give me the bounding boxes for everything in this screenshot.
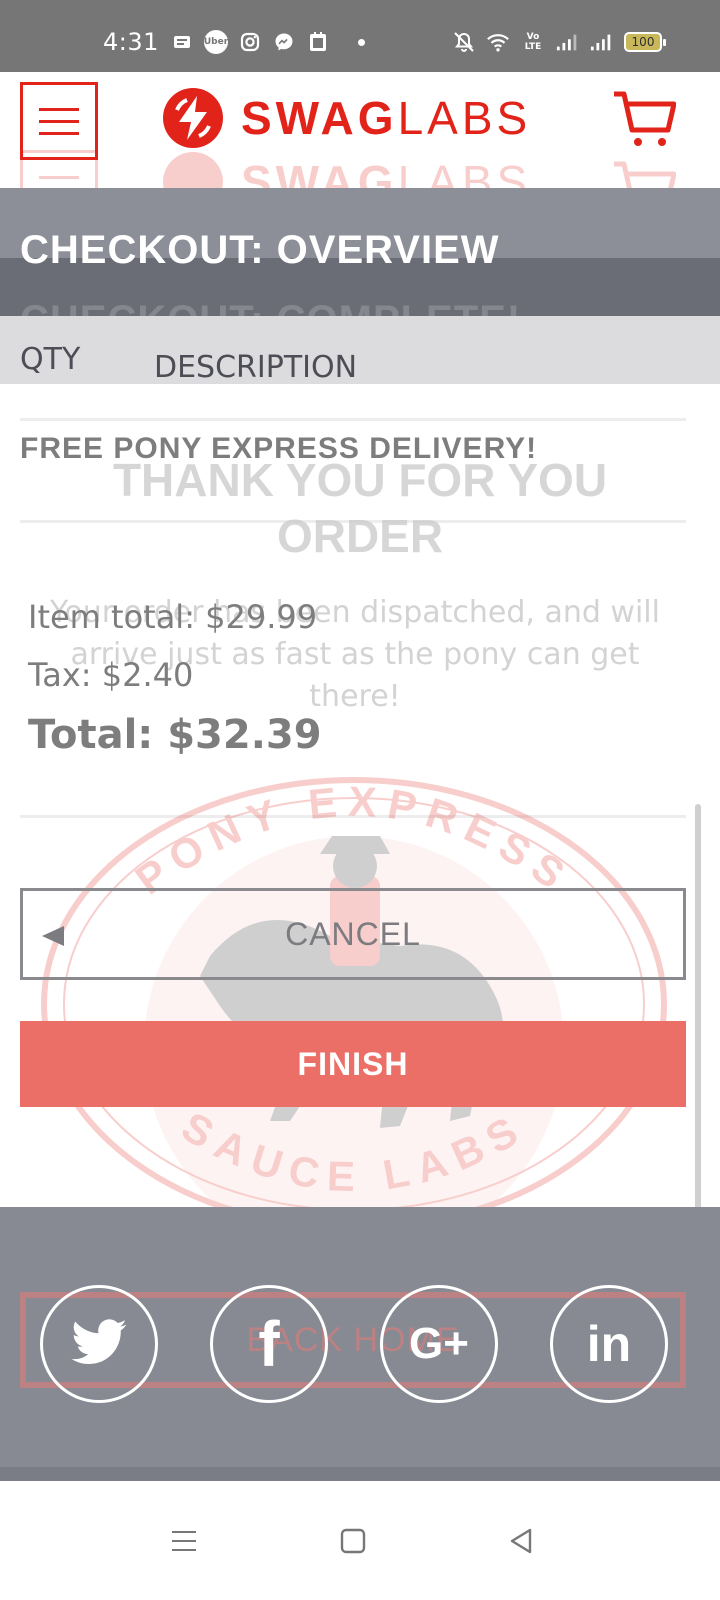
column-headers: QTY DESCRIPTION (0, 316, 720, 385)
cancel-button[interactable]: CANCEL (20, 888, 686, 980)
messenger-icon (272, 30, 296, 54)
hamburger-icon (39, 119, 79, 123)
uber-icon: Uber (204, 30, 228, 54)
home-button[interactable] (323, 1511, 383, 1571)
page-title: CHECKOUT: OVERVIEW (20, 228, 500, 272)
calendar-icon (306, 30, 330, 54)
signal-icon (556, 30, 580, 54)
recent-apps-button[interactable] (154, 1511, 214, 1571)
app-header: SWAGLABS (0, 72, 720, 188)
swag-labs-logo: SWAGLABS (163, 88, 531, 148)
signal-icon (590, 30, 614, 54)
finish-button[interactable]: FINISH (20, 1021, 686, 1107)
scrollbar[interactable] (695, 804, 701, 1224)
instagram-icon (238, 30, 262, 54)
tax: Tax: $2.40 (28, 656, 194, 694)
logo-labs: LABS (397, 92, 532, 144)
status-left-icons: Uber (170, 30, 365, 54)
mute-icon (452, 30, 476, 54)
volte-icon: Vo LTE (524, 32, 542, 52)
menu-button[interactable] (20, 82, 98, 160)
description-header: DESCRIPTION (154, 350, 358, 385)
footer-strip (0, 1467, 720, 1481)
notification-dot (358, 38, 365, 46)
twitter-button[interactable] (40, 1285, 158, 1403)
cart-button[interactable] (612, 90, 677, 150)
status-time: 4:31 (103, 28, 159, 56)
linkedin-button[interactable]: in (550, 1285, 668, 1403)
square-icon (340, 1528, 366, 1554)
hamburger-icon (39, 107, 79, 111)
sim-status-icon (170, 30, 194, 54)
hamburger-icon (39, 131, 79, 135)
divider (20, 418, 686, 421)
cart-icon (614, 91, 677, 146)
back-button[interactable] (492, 1511, 552, 1571)
logo-text: SWAGLABS (241, 91, 531, 145)
ghost-thank-you: THANK YOU FOR YOU ORDER (112, 454, 608, 562)
logo-bolt-icon (163, 88, 223, 148)
item-total: Item total: $29.99 (28, 598, 318, 636)
logo-swag: SWAG (241, 92, 398, 144)
google-plus-icon: G+ (409, 1319, 469, 1368)
twitter-icon (71, 1319, 127, 1365)
status-right-icons: Vo LTE 100 (452, 30, 666, 54)
qty-header: QTY (20, 342, 81, 377)
order-total: Total: $32.39 (28, 712, 322, 758)
battery-indicator: 100 (624, 32, 666, 52)
pony-express-watermark: PONY EXPRESS SAUCE LABS (41, 777, 667, 1232)
back-arrow-icon (42, 926, 64, 946)
facebook-icon: f (258, 1308, 280, 1380)
triangle-back-icon (510, 1528, 532, 1554)
google-plus-button[interactable]: G+ (380, 1285, 498, 1403)
linkedin-icon: in (586, 1316, 632, 1372)
facebook-button[interactable]: f (210, 1285, 328, 1403)
wifi-icon (486, 30, 510, 54)
status-bar: 4:31 Uber Vo LTE 100 (0, 0, 720, 72)
system-nav-bar (0, 1481, 720, 1600)
menu-lines-icon (172, 1531, 196, 1551)
